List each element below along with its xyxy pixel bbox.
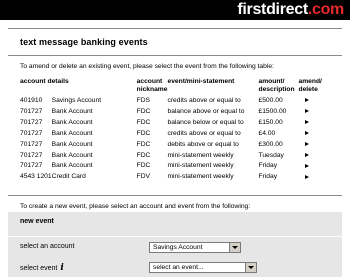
- event-description: mini-statement weekly: [167, 162, 234, 170]
- event-description: debits above or equal to: [167, 140, 239, 148]
- account-nickname: FDS: [136, 97, 150, 104]
- chevron-down-icon[interactable]: [229, 243, 240, 252]
- account-type: Bank Account: [51, 140, 93, 148]
- account-number: 701727: [20, 118, 43, 126]
- event-amount: Friday: [258, 162, 278, 170]
- account-nickname: FDC: [136, 151, 151, 159]
- chevron-down-icon[interactable]: [245, 263, 256, 272]
- header-event: event/mini-statement: [167, 78, 235, 85]
- account-type: Credit Card: [51, 173, 86, 181]
- intro-text: To amend or delete an existing event, pl…: [20, 63, 274, 70]
- amend-delete-cell: [298, 129, 333, 140]
- event-amount: £1500.00: [258, 107, 287, 115]
- amend-delete-cell: [298, 151, 333, 162]
- event-select-value: select an event...: [153, 264, 204, 271]
- new-event-heading: new event: [20, 218, 54, 225]
- title-top-divider: [8, 28, 342, 29]
- account-number: 701727: [20, 140, 43, 148]
- event-select-label-wrap: select event i: [20, 263, 64, 273]
- table-row[interactable]: 701727 Bank Account FDC credits above or eq…: [20, 129, 333, 140]
- account-number: 701727: [20, 151, 43, 159]
- account-select-value: Savings Account: [153, 244, 203, 251]
- header-nickname: account nickname: [136, 78, 168, 93]
- event-select-label: select event: [20, 265, 58, 272]
- page-title: text message banking events: [20, 37, 148, 47]
- arrow-right-icon[interactable]: [305, 141, 310, 146]
- amend-delete-cell: [298, 96, 333, 107]
- header-action: amend/ delete: [298, 78, 322, 93]
- account-number: 401910: [20, 97, 43, 104]
- arrow-right-icon[interactable]: [305, 109, 310, 114]
- event-amount: £150.00: [258, 118, 283, 126]
- event-amount: £4.00: [258, 129, 276, 137]
- event-amount: Tuesday: [258, 151, 284, 159]
- header-account-details: account details: [20, 78, 69, 85]
- table-row[interactable]: 701727 Bank Account FDC balance below or eq…: [20, 118, 333, 129]
- create-instructions: To create a new event, please select an …: [20, 203, 251, 210]
- account-select[interactable]: Savings Account: [149, 242, 241, 253]
- info-icon[interactable]: i: [60, 263, 63, 273]
- account-nickname: FDC: [136, 107, 151, 115]
- amend-delete-cell: [298, 172, 333, 183]
- firstdirect-logo[interactable]: firstdirect.com: [237, 0, 344, 20]
- header-amount: amount/ description: [258, 78, 295, 93]
- event-amount: £300.00: [258, 140, 283, 148]
- event-description: credits above or equal to: [167, 97, 241, 104]
- account-type: Savings Account: [51, 97, 102, 104]
- events-table: account details account nickname event/m…: [20, 78, 333, 183]
- top-bar: firstdirect.com: [0, 0, 350, 20]
- table-row[interactable]: 701727 Bank Account FDC balance above or eq…: [20, 107, 333, 118]
- event-description: mini-statement weekly: [167, 173, 234, 181]
- account-select-label: select an account: [20, 243, 75, 250]
- account-nickname: FDC: [136, 118, 151, 126]
- account-type: Bank Account: [51, 129, 93, 137]
- account-type: Bank Account: [51, 162, 93, 170]
- table-row[interactable]: 4543 1201 Credit Card FDV mini-statement we…: [20, 172, 333, 183]
- amend-delete-cell: [298, 107, 333, 118]
- table-row[interactable]: 701727 Bank Account FDC debits above or equ…: [20, 140, 333, 151]
- arrow-right-icon[interactable]: [305, 98, 310, 103]
- account-nickname: FDC: [136, 140, 151, 148]
- section-divider: [8, 195, 342, 196]
- account-nickname: FDC: [136, 129, 151, 137]
- logo-name: firstdirect: [237, 1, 308, 18]
- account-type: Bank Account: [51, 151, 93, 159]
- account-nickname: FDC: [136, 162, 151, 170]
- event-amount: Friday: [258, 173, 278, 181]
- event-amount: £500.00: [258, 97, 283, 104]
- title-bottom-divider: [8, 55, 342, 56]
- arrow-right-icon[interactable]: [305, 163, 310, 168]
- event-select[interactable]: select an event...: [149, 262, 257, 273]
- table-row[interactable]: 701727 Bank Account FDC mini-statement week…: [20, 161, 333, 172]
- account-nickname: FDV: [136, 173, 150, 181]
- arrow-right-icon[interactable]: [305, 120, 310, 125]
- amend-delete-cell: [298, 140, 333, 151]
- table-header-row: account details account nickname event/m…: [20, 78, 333, 96]
- arrow-right-icon[interactable]: [305, 152, 310, 157]
- event-description: credits above or equal to: [167, 129, 241, 137]
- account-type: Bank Account: [51, 107, 93, 115]
- account-number: 701727: [20, 107, 43, 115]
- logo-suffix: .com: [307, 1, 344, 18]
- amend-delete-cell: [298, 118, 333, 129]
- account-number: 701727: [20, 129, 43, 137]
- panel-divider: [8, 236, 342, 237]
- table-row[interactable]: 401910 Savings Account FDS credits above or…: [20, 96, 333, 107]
- account-number: 4543 1201: [20, 173, 52, 181]
- arrow-right-icon[interactable]: [305, 130, 310, 135]
- account-type: Bank Account: [51, 118, 93, 126]
- event-description: balance above or equal to: [167, 107, 245, 115]
- arrow-right-icon[interactable]: [305, 174, 310, 179]
- account-number: 701727: [20, 162, 43, 170]
- table-row[interactable]: 701727 Bank Account FDC mini-statement week…: [20, 151, 333, 162]
- event-description: balance below or equal to: [167, 118, 244, 126]
- amend-delete-cell: [298, 161, 333, 172]
- event-description: mini-statement weekly: [167, 151, 234, 159]
- new-event-panel: new event select an account Savings Acco…: [8, 212, 342, 277]
